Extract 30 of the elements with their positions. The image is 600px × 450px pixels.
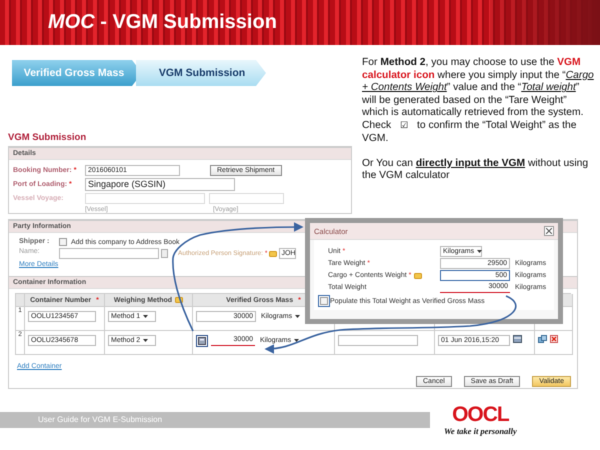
logo-text: OOCL	[452, 404, 509, 426]
instruction-paragraph: Or You can directly input the VGM without using the VGM calculator	[362, 158, 590, 183]
logo-slogan: We take it personally	[444, 426, 517, 436]
input-field[interactable]: Singapore (SGSIN)	[85, 178, 235, 191]
tip-icon	[269, 250, 278, 256]
caret-icon	[143, 339, 148, 342]
input-field[interactable]	[209, 193, 284, 204]
footer-bar: User Guide for VGM E-Submission	[0, 412, 430, 428]
close-button[interactable]	[544, 226, 554, 236]
caret-icon	[294, 339, 300, 342]
input-field[interactable]	[59, 248, 159, 259]
form-title: VGM Submission	[8, 132, 88, 143]
tip-icon	[175, 297, 184, 303]
checkbox[interactable]	[320, 297, 328, 305]
checkbox[interactable]	[59, 238, 67, 246]
calculator-icon[interactable]	[198, 337, 206, 345]
delete-icon[interactable]	[550, 335, 558, 343]
caret-icon	[295, 315, 300, 318]
slide-title: MOC - VGM Submission	[47, 10, 278, 35]
input-field[interactable]	[338, 335, 418, 346]
caret-icon	[143, 315, 148, 318]
copy-icon[interactable]	[538, 335, 547, 343]
caret-icon	[477, 250, 482, 253]
input-field[interactable]	[85, 193, 205, 204]
instruction-paragraph: Check ☑ to confirm the “Total Weight” as the VGM.	[362, 120, 578, 146]
instruction-paragraph: For Method 2, you may choose to use the VGM calculator icon where you simply input the “Cargo + Contents Weight” value and the “Total weight” will be generated based on the “Tare Weight” which is automatically retrieved from the system.	[362, 57, 594, 120]
lookup-icon[interactable]	[161, 249, 168, 258]
breadcrumb-step: VGM Submission	[136, 60, 266, 86]
close-icon	[546, 228, 552, 234]
calendar-icon[interactable]	[513, 335, 522, 343]
